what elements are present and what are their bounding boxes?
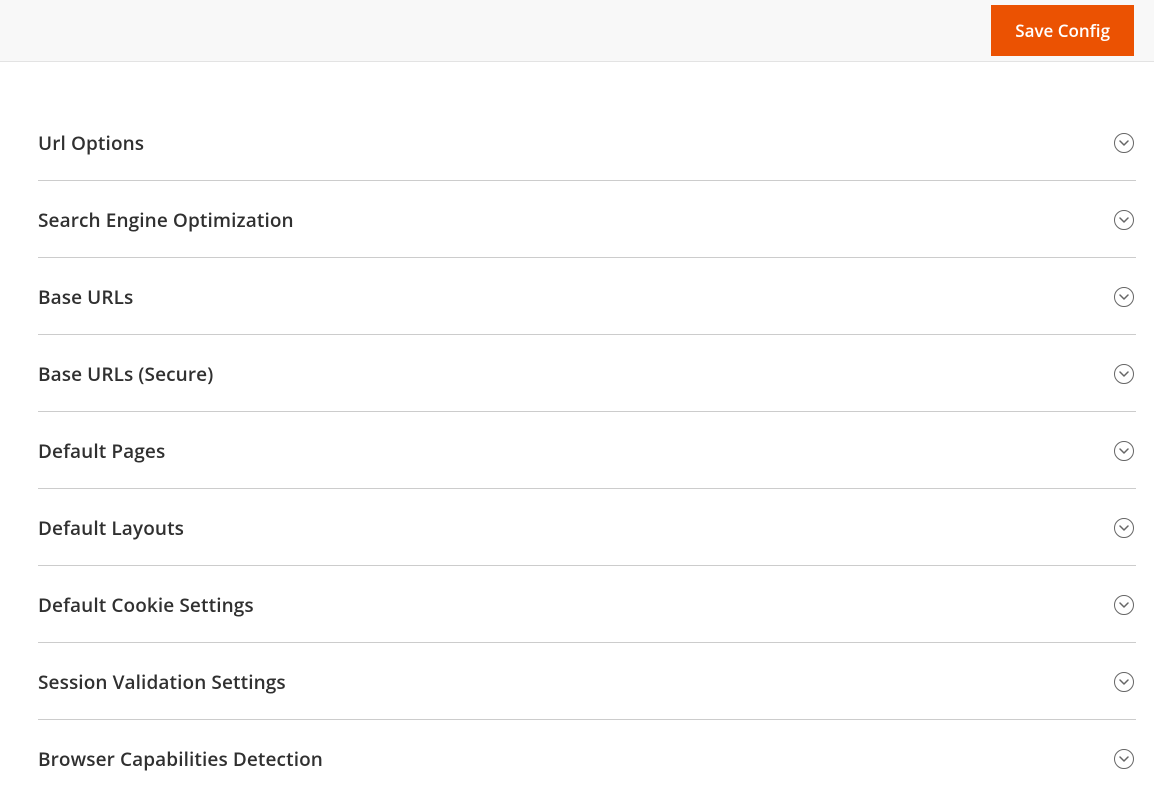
section-base-urls-secure[interactable]: Base URLs (Secure) — [38, 335, 1136, 412]
section-session-validation-settings[interactable]: Session Validation Settings — [38, 643, 1136, 720]
section-default-pages[interactable]: Default Pages — [38, 412, 1136, 489]
section-title: Default Pages — [38, 438, 165, 464]
section-default-cookie-settings[interactable]: Default Cookie Settings — [38, 566, 1136, 643]
save-config-button[interactable]: Save Config — [991, 5, 1134, 56]
section-default-layouts[interactable]: Default Layouts — [38, 489, 1136, 566]
chevron-down-icon — [1114, 518, 1134, 538]
chevron-down-icon — [1114, 749, 1134, 769]
section-search-engine-optimization[interactable]: Search Engine Optimization — [38, 181, 1136, 258]
section-title: Browser Capabilities Detection — [38, 746, 323, 772]
section-title: Session Validation Settings — [38, 669, 286, 695]
section-title: Base URLs — [38, 284, 133, 310]
section-browser-capabilities-detection[interactable]: Browser Capabilities Detection — [38, 720, 1136, 796]
section-title: Default Layouts — [38, 515, 184, 541]
chevron-down-icon — [1114, 672, 1134, 692]
config-sections: Url Options Search Engine Optimization B… — [0, 62, 1154, 796]
section-title: Base URLs (Secure) — [38, 361, 213, 387]
chevron-down-icon — [1114, 364, 1134, 384]
chevron-down-icon — [1114, 210, 1134, 230]
section-base-urls[interactable]: Base URLs — [38, 258, 1136, 335]
section-title: Default Cookie Settings — [38, 592, 254, 618]
section-title: Search Engine Optimization — [38, 207, 294, 233]
chevron-down-icon — [1114, 595, 1134, 615]
chevron-down-icon — [1114, 441, 1134, 461]
top-bar: Save Config — [0, 0, 1154, 62]
chevron-down-icon — [1114, 133, 1134, 153]
chevron-down-icon — [1114, 287, 1134, 307]
section-title: Url Options — [38, 130, 144, 156]
section-url-options[interactable]: Url Options — [38, 92, 1136, 181]
